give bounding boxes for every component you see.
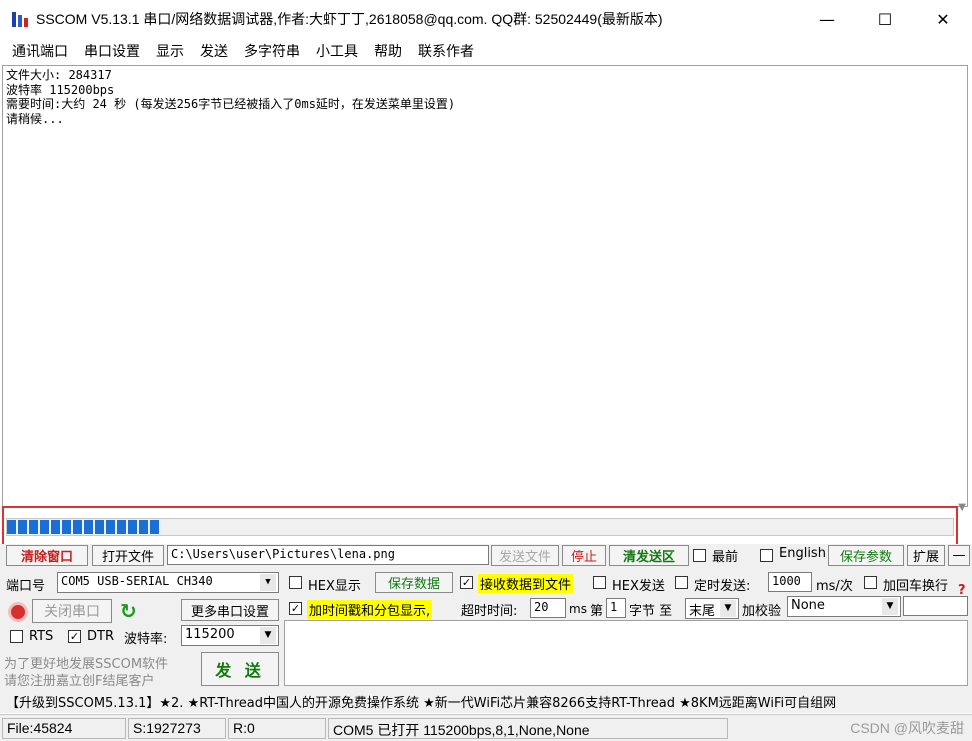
add-crlf-checkbox[interactable] <box>864 576 877 589</box>
send-button[interactable]: 发 送 <box>201 652 279 686</box>
receive-line: 波特率 115200bps <box>6 82 115 97</box>
highlight-frame <box>2 506 958 546</box>
record-icon <box>8 602 28 622</box>
port-value: COM5 USB-SERIAL CH340 <box>61 574 213 588</box>
menu-send[interactable]: 发送 <box>192 41 236 61</box>
chevron-down-icon: ▼ <box>720 600 736 617</box>
ad-bar[interactable]: 【升级到SSCOM5.13.1】★2. ★RT-Thread中国人的开源免费操作… <box>0 689 972 713</box>
checksum-select[interactable]: None ▼ <box>787 596 901 617</box>
status-bar: File:45824 S:1927273 R:0 COM5 已打开 115200… <box>0 714 972 741</box>
receive-line: 请稍候... <box>6 111 64 126</box>
timestamp-label: 加时间戳和分包显示, <box>307 600 433 619</box>
interval-input[interactable]: 1000 <box>768 572 812 592</box>
expand-button[interactable]: 扩展 <box>907 545 945 566</box>
byte-label: 字节 至 <box>629 604 673 619</box>
checksum-label: 加校验 <box>742 604 782 619</box>
status-port: COM5 已打开 115200bps,8,1,None,None <box>328 718 728 739</box>
checksum-extra-field[interactable] <box>903 596 968 616</box>
chevron-down-icon: ▼ <box>260 627 276 644</box>
rts-checkbox[interactable] <box>10 630 23 643</box>
close-port-button[interactable]: 关闭串口 <box>32 599 112 623</box>
scroll-down-icon[interactable]: ▼ <box>958 502 966 513</box>
open-file-button[interactable]: 打开文件 <box>92 545 164 566</box>
hex-display-label: HEX显示 <box>308 579 361 594</box>
promo-line-2: 请您注册嘉立创F结尾客户 <box>4 674 155 689</box>
timeout-input[interactable]: 20 <box>530 598 566 618</box>
byte-end-value: 末尾 <box>689 604 716 619</box>
timeout-label: 超时时间: <box>461 604 518 619</box>
baud-select[interactable]: 115200 ▼ <box>181 625 279 646</box>
hex-send-label: HEX发送 <box>612 579 665 594</box>
menu-help[interactable]: 帮助 <box>366 41 410 61</box>
collapse-button[interactable]: — <box>948 545 970 566</box>
watermark: CSDN @风吹麦甜 <box>850 720 964 736</box>
app-icon <box>10 9 30 29</box>
status-sent: S:1927273 <box>128 718 226 739</box>
refresh-icon[interactable]: ↻ <box>120 600 137 622</box>
chevron-down-icon: ▼ <box>882 598 898 615</box>
title-bar: SSCOM V5.13.1 串口/网络数据调试器,作者:大虾丁丁,2618058… <box>0 0 972 38</box>
file-path-field[interactable]: C:\Users\user\Pictures\lena.png <box>167 545 489 565</box>
baud-label: 波特率: <box>124 632 168 647</box>
send-file-button[interactable]: 发送文件 <box>491 545 559 566</box>
clear-send-button[interactable]: 清发送区 <box>609 545 689 566</box>
timestamp-checkbox[interactable]: ✓ <box>289 602 302 615</box>
chevron-down-icon: ▼ <box>260 574 276 591</box>
save-data-button[interactable]: 保存数据 <box>375 572 453 593</box>
stop-button[interactable]: 停止 <box>562 545 606 566</box>
menu-display[interactable]: 显示 <box>148 41 192 61</box>
send-text-area[interactable] <box>284 620 968 686</box>
port-label: 端口号 <box>6 579 46 594</box>
english-label: English <box>779 546 826 561</box>
dtr-label: DTR <box>87 629 114 644</box>
dtr-checkbox[interactable]: ✓ <box>68 630 81 643</box>
baud-value: 115200 <box>185 627 235 642</box>
clear-window-button[interactable]: 清除窗口 <box>6 545 88 566</box>
save-params-button[interactable]: 保存参数 <box>828 545 904 566</box>
minimize-button[interactable]: — <box>798 0 856 38</box>
hex-send-checkbox[interactable] <box>593 576 606 589</box>
more-settings-button[interactable]: 更多串口设置 <box>181 599 279 621</box>
menu-tools[interactable]: 小工具 <box>308 41 366 61</box>
byte-end-select[interactable]: 末尾 ▼ <box>685 598 739 619</box>
menu-port[interactable]: 通讯端口 <box>4 41 76 61</box>
close-button[interactable]: ✕ <box>914 0 972 38</box>
menu-contact[interactable]: 联系作者 <box>410 41 482 61</box>
foremost-label: 最前 <box>712 550 739 565</box>
status-file: File:45824 <box>2 718 126 739</box>
recv-to-file-checkbox[interactable]: ✓ <box>460 576 473 589</box>
rts-label: RTS <box>29 629 54 644</box>
receive-line: 需要时间:大约 24 秒 (每发送256字节已经被插入了0ms延时，在发送菜单里… <box>6 97 456 111</box>
english-checkbox[interactable] <box>760 549 773 562</box>
interval-unit: ms/次 <box>816 579 853 594</box>
maximize-button[interactable]: ☐ <box>856 0 914 38</box>
checksum-value: None <box>791 598 825 613</box>
receive-line: 文件大小: 284317 <box>6 68 112 82</box>
timeout-unit: ms <box>569 602 587 616</box>
foremost-checkbox[interactable] <box>693 549 706 562</box>
window-title: SSCOM V5.13.1 串口/网络数据调试器,作者:大虾丁丁,2618058… <box>36 11 663 27</box>
receive-area[interactable]: 文件大小: 284317 波特率 115200bps 需要时间:大约 24 秒 (每… <box>2 65 968 507</box>
timed-send-label: 定时发送: <box>694 579 751 594</box>
menu-multi-string[interactable]: 多字符串 <box>236 41 308 61</box>
byte-index-input[interactable]: 1 <box>606 598 626 618</box>
recv-to-file-label: 接收数据到文件 <box>478 574 574 593</box>
port-select[interactable]: COM5 USB-SERIAL CH340 ▼ <box>57 572 279 593</box>
hex-display-checkbox[interactable] <box>289 576 302 589</box>
menu-serial-settings[interactable]: 串口设置 <box>76 41 148 61</box>
menu-bar: 通讯端口 串口设置 显示 发送 多字符串 小工具 帮助 联系作者 <box>0 38 972 64</box>
byte-prefix: 第 <box>590 604 604 619</box>
add-crlf-label: 加回车换行 <box>883 579 949 594</box>
timed-send-checkbox[interactable] <box>675 576 688 589</box>
status-recv: R:0 <box>228 718 326 739</box>
